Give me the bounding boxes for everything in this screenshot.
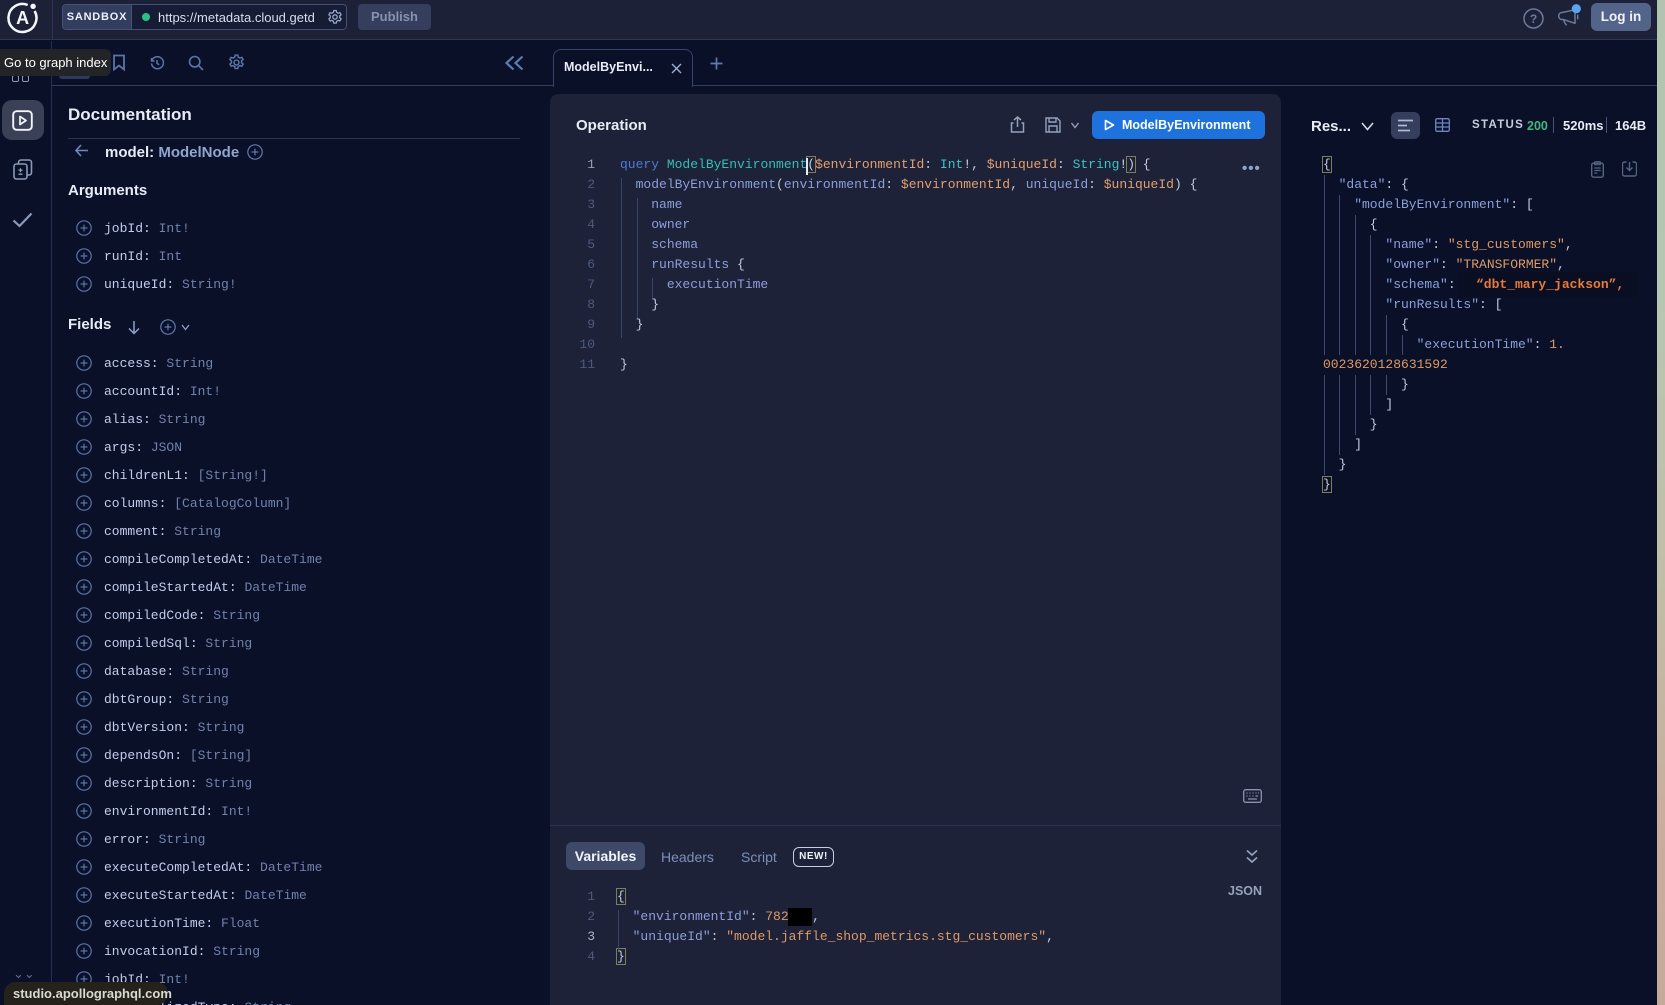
svg-text:?: ? bbox=[1530, 12, 1537, 26]
svg-text:A: A bbox=[16, 8, 29, 28]
